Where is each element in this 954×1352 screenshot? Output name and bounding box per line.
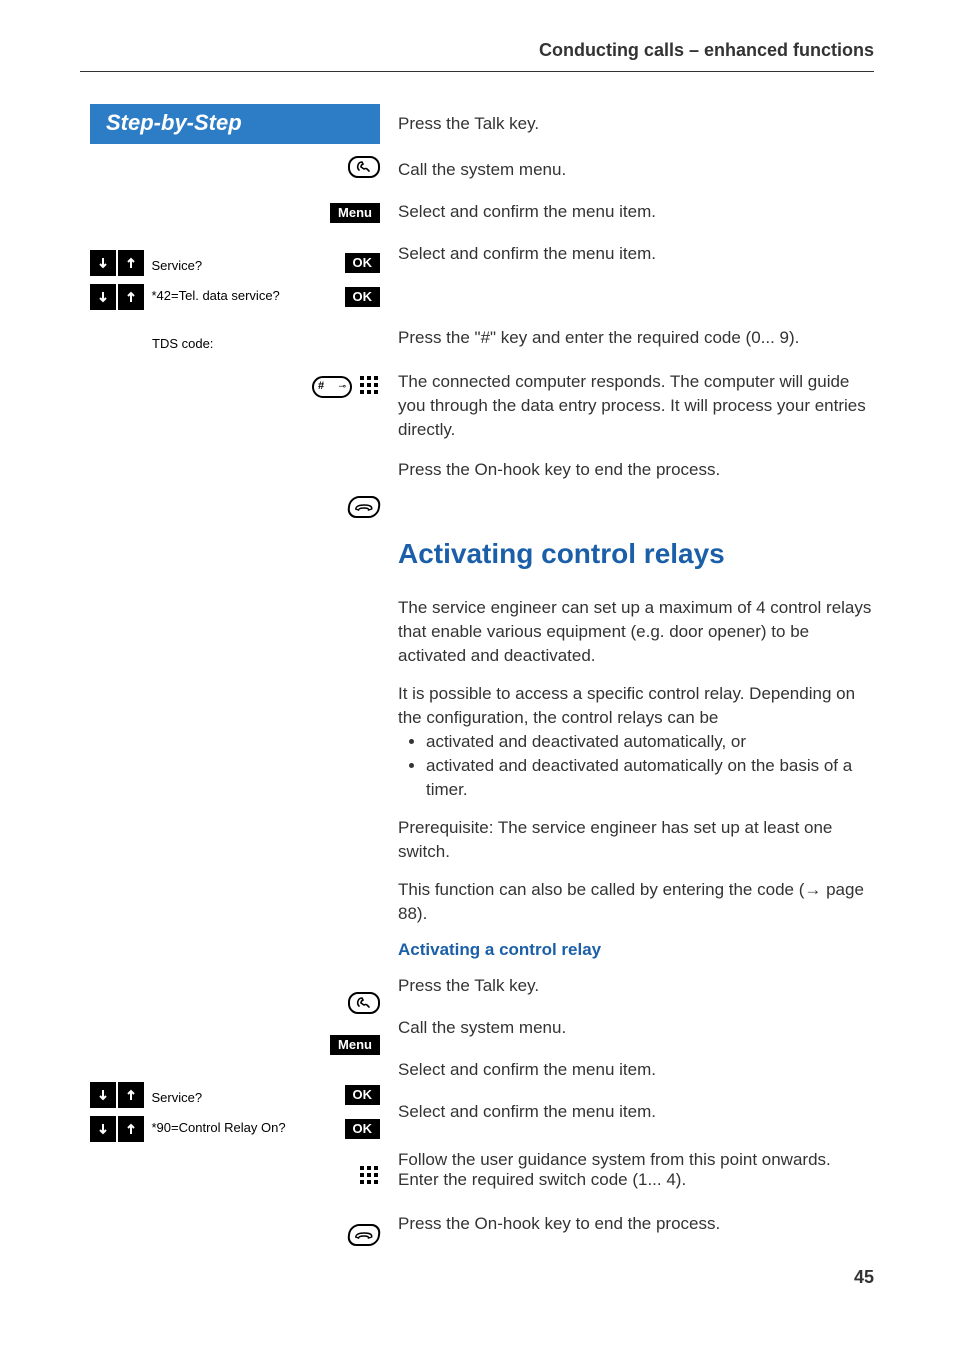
heading-activating-relays: Activating control relays	[398, 538, 874, 570]
nav-arrows[interactable]	[90, 1082, 144, 1108]
hash-key-icon: # ⊸	[312, 376, 352, 398]
section-title: Conducting calls – enhanced functions	[539, 40, 874, 60]
ok-button[interactable]: OK	[345, 253, 381, 273]
paragraph-relay-intro: The service engineer can set up a maximu…	[398, 596, 874, 668]
step-column: Step-by-Step Menu Service?	[90, 104, 380, 1264]
tds-code-label: TDS code:	[152, 332, 346, 351]
content-area: Step-by-Step Menu Service?	[0, 104, 954, 1264]
subheading-activating-relay: Activating a control relay	[398, 940, 874, 960]
menu-item-service: Service?	[152, 1086, 339, 1105]
page-number: 45	[854, 1267, 874, 1288]
step-select-confirm: Select and confirm the menu item.	[398, 202, 874, 244]
arrow-up-icon	[118, 284, 144, 310]
page-ref-arrow-icon: →	[804, 880, 821, 899]
onhook-key-icon	[346, 496, 381, 518]
section-header: Conducting calls – enhanced functions	[0, 0, 954, 71]
nav-arrows[interactable]	[90, 1116, 144, 1142]
bullet-auto: activated and deactivated automatically,…	[426, 730, 874, 754]
bullet-timer: activated and deactivated automatically …	[426, 754, 874, 802]
header-divider	[80, 71, 874, 72]
paragraph-relay-config-text: It is possible to access a specific cont…	[398, 684, 855, 727]
paragraph-computer-responds: The connected computer responds. The com…	[398, 370, 874, 442]
step-press-onhook: Press the On-hook key to end the process…	[398, 460, 874, 502]
nav-arrows[interactable]	[90, 284, 144, 310]
instruction-column: Press the Talk key. Call the system menu…	[380, 104, 874, 1264]
keypad-icon	[358, 374, 380, 401]
step-follow-guidance: Follow the user guidance system from thi…	[398, 1150, 874, 1204]
code-call-text: This function can also be called by ente…	[398, 880, 804, 899]
menu-item-control-relay: *90=Control Relay On?	[152, 1116, 339, 1135]
ok-button[interactable]: OK	[345, 1085, 381, 1105]
arrow-down-icon	[90, 1116, 116, 1142]
menu-button[interactable]: Menu	[330, 1035, 380, 1055]
step-call-menu: Call the system menu.	[398, 1018, 874, 1060]
step-by-step-header: Step-by-Step	[90, 104, 380, 144]
menu-item-service: Service?	[152, 254, 339, 273]
step-call-menu: Call the system menu.	[398, 160, 874, 202]
ok-button[interactable]: OK	[345, 287, 381, 307]
arrow-up-icon	[118, 1116, 144, 1142]
arrow-down-icon	[90, 1082, 116, 1108]
paragraph-code-call: This function can also be called by ente…	[398, 878, 874, 926]
arrow-up-icon	[118, 1082, 144, 1108]
nav-arrows[interactable]	[90, 250, 144, 276]
step-press-talk: Press the Talk key.	[398, 976, 874, 1018]
step-press-talk: Press the Talk key.	[398, 114, 874, 156]
keypad-icon	[358, 1164, 380, 1191]
step-select-confirm: Select and confirm the menu item.	[398, 1102, 874, 1150]
step-press-hash: Press the "#" key and enter the required…	[398, 328, 874, 370]
menu-item-tel-data: *42=Tel. data service?	[152, 284, 339, 303]
talk-key-icon	[348, 156, 380, 178]
menu-button[interactable]: Menu	[330, 203, 380, 223]
talk-key-icon	[348, 992, 380, 1014]
step-press-onhook: Press the On-hook key to end the process…	[398, 1214, 874, 1256]
paragraph-relay-config: It is possible to access a specific cont…	[398, 682, 874, 802]
step-select-confirm: Select and confirm the menu item.	[398, 1060, 874, 1102]
paragraph-prereq: Prerequisite: The service engineer has s…	[398, 816, 874, 864]
arrow-down-icon	[90, 284, 116, 310]
arrow-up-icon	[118, 250, 144, 276]
ok-button[interactable]: OK	[345, 1119, 381, 1139]
onhook-key-icon	[346, 1224, 381, 1246]
arrow-down-icon	[90, 250, 116, 276]
step-select-confirm: Select and confirm the menu item.	[398, 244, 874, 292]
